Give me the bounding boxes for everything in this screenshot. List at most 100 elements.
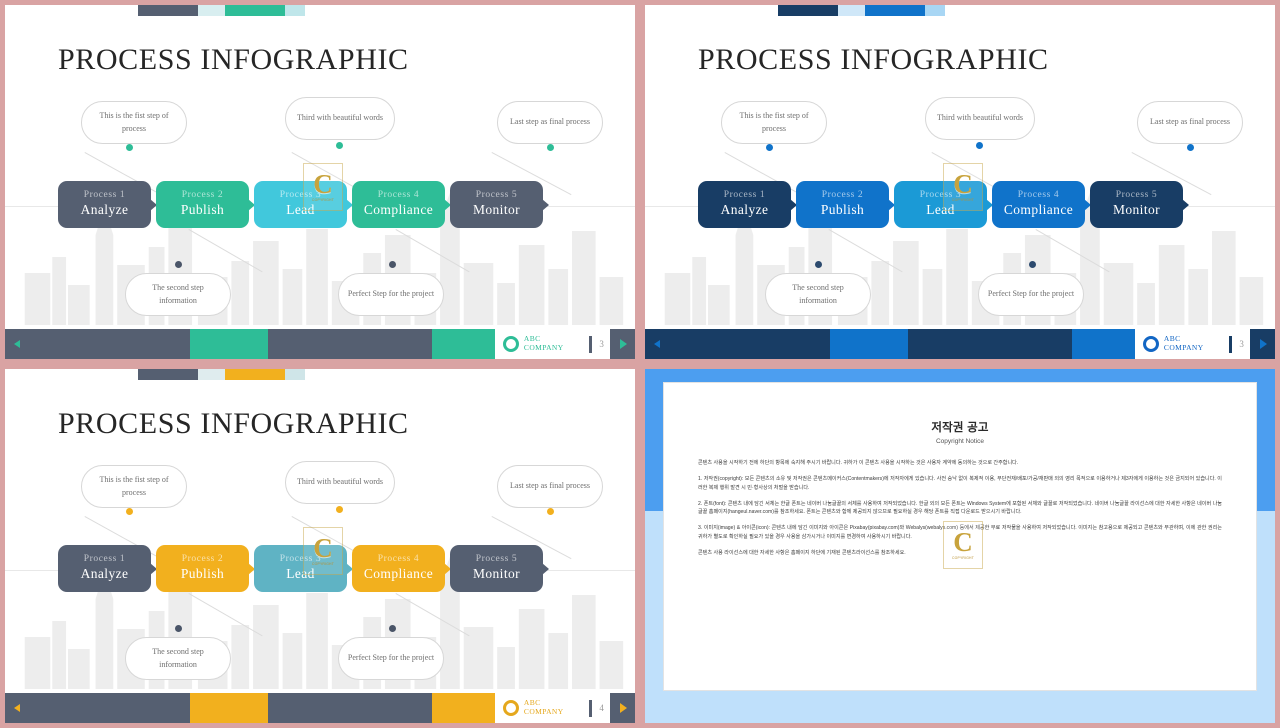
process-step-2[interactable]: Process 2 Publish bbox=[156, 181, 249, 228]
callout-text: Last step as final process bbox=[1150, 117, 1230, 127]
slide-yellow: PROCESS INFOGRAPHIC This is the fist ste… bbox=[5, 369, 635, 723]
process-step-name: Lead bbox=[286, 566, 315, 582]
process-step-label: Process 2 bbox=[181, 553, 224, 564]
callout-above-3: Last step as final process bbox=[497, 101, 603, 144]
process-step-5[interactable]: Process 5 Monitor bbox=[450, 181, 543, 228]
connector-dot-above bbox=[976, 142, 983, 149]
process-step-name: Monitor bbox=[1112, 202, 1161, 218]
callout-above-2: Third with beautiful words bbox=[285, 97, 395, 140]
process-step-4[interactable]: Process 4 Compliance bbox=[352, 545, 445, 592]
prev-slide-button[interactable] bbox=[5, 329, 27, 359]
connector-dot-below bbox=[175, 625, 182, 632]
page-indicator: 3 bbox=[586, 329, 610, 359]
process-chevron-row: Process 1 Analyze Process 2 Publish Proc… bbox=[58, 545, 543, 592]
slide-cell-blue[interactable]: PROCESS INFOGRAPHIC This is the fist ste… bbox=[640, 0, 1280, 364]
leader-line bbox=[828, 229, 903, 273]
callout-below-1: The second step information bbox=[125, 273, 231, 316]
prev-slide-button[interactable] bbox=[645, 329, 667, 359]
slide-footer: ABC COMPANY 3 bbox=[5, 329, 635, 359]
callout-text: This is the fist step of process bbox=[99, 111, 169, 133]
next-slide-button[interactable] bbox=[1249, 329, 1275, 359]
top-bar-2 bbox=[838, 5, 865, 16]
page-divider bbox=[588, 699, 593, 717]
top-bar-3 bbox=[865, 5, 925, 16]
process-step-name: Analyze bbox=[720, 202, 769, 218]
document-subtitle: Copyright Notice bbox=[935, 438, 985, 445]
callout-above-3: Last step as final process bbox=[497, 465, 603, 508]
process-step-label: Process 4 bbox=[1017, 189, 1060, 200]
process-step-3[interactable]: Process 3 Lead bbox=[254, 545, 347, 592]
process-step-label: Process 1 bbox=[83, 553, 126, 564]
top-bar-4 bbox=[285, 369, 305, 380]
process-step-5[interactable]: Process 5 Monitor bbox=[1090, 181, 1183, 228]
ring-logo-icon bbox=[502, 336, 519, 352]
process-step-name: Analyze bbox=[80, 202, 129, 218]
slide-cell-green[interactable]: PROCESS INFOGRAPHIC This is the fist ste… bbox=[0, 0, 640, 364]
callout-above-3: Last step as final process bbox=[1137, 101, 1243, 144]
page-title: PROCESS INFOGRAPHIC bbox=[58, 43, 409, 76]
process-step-1[interactable]: Process 1 Analyze bbox=[698, 181, 791, 228]
connector-dot-below bbox=[389, 625, 396, 632]
process-step-2[interactable]: Process 2 Publish bbox=[796, 181, 889, 228]
chevron-right-icon bbox=[619, 703, 627, 713]
process-step-name: Compliance bbox=[1003, 202, 1074, 218]
next-slide-button[interactable] bbox=[609, 693, 635, 723]
prev-slide-button[interactable] bbox=[5, 693, 27, 723]
doc-paragraph-image-icon: 3. 이미지(image) & 아이콘(icon): 콘텐츠 내에 담긴 이미지… bbox=[698, 525, 1222, 540]
page-indicator: 3 bbox=[1226, 329, 1250, 359]
process-step-name: Publish bbox=[820, 202, 865, 218]
leader-line bbox=[395, 229, 470, 273]
callout-above-2: Third with beautiful words bbox=[285, 461, 395, 504]
callout-text: Perfect Step for the project bbox=[347, 289, 435, 299]
footer-segment-3 bbox=[908, 329, 1072, 359]
logo-line-2: COMPANY bbox=[1163, 343, 1204, 352]
chevron-left-icon bbox=[14, 340, 20, 348]
next-slide-button[interactable] bbox=[609, 329, 635, 359]
process-step-label: Process 5 bbox=[475, 553, 518, 564]
callout-below-2: Perfect Step for the project bbox=[338, 273, 444, 316]
connector-dot-above bbox=[766, 144, 773, 151]
process-step-5[interactable]: Process 5 Monitor bbox=[450, 545, 543, 592]
company-logo: ABC COMPANY bbox=[494, 329, 587, 359]
top-color-bars bbox=[778, 5, 945, 16]
top-bar-2 bbox=[198, 369, 225, 380]
process-step-3[interactable]: Process 3 Lead bbox=[894, 181, 987, 228]
chevron-left-icon bbox=[14, 704, 20, 712]
connector-dot-below bbox=[389, 261, 396, 268]
page-number: 4 bbox=[599, 703, 604, 713]
footer-segment-4 bbox=[431, 693, 495, 723]
process-step-name: Monitor bbox=[472, 566, 521, 582]
slide-cell-yellow[interactable]: PROCESS INFOGRAPHIC This is the fist ste… bbox=[0, 364, 640, 728]
callout-below-1: The second step information bbox=[125, 637, 231, 680]
process-step-1[interactable]: Process 1 Analyze bbox=[58, 545, 151, 592]
process-step-4[interactable]: Process 4 Compliance bbox=[352, 181, 445, 228]
callout-text: The second step information bbox=[792, 283, 844, 305]
process-step-label: Process 2 bbox=[181, 189, 224, 200]
process-step-name: Compliance bbox=[363, 566, 434, 582]
connector-dot-below bbox=[1029, 261, 1036, 268]
footer-segment-1 bbox=[26, 693, 191, 723]
process-step-name: Lead bbox=[286, 202, 315, 218]
top-bar-1 bbox=[138, 5, 198, 16]
callout-text: Last step as final process bbox=[510, 481, 590, 491]
slide-green: PROCESS INFOGRAPHIC This is the fist ste… bbox=[5, 5, 635, 359]
company-name: ABC COMPANY bbox=[1163, 334, 1204, 353]
process-step-label: Process 4 bbox=[377, 553, 420, 564]
ring-logo-icon bbox=[1142, 336, 1159, 352]
slide-footer: ABC COMPANY 4 bbox=[5, 693, 635, 723]
process-chevron-row: Process 1 Analyze Process 2 Publish Proc… bbox=[698, 181, 1183, 228]
process-step-1[interactable]: Process 1 Analyze bbox=[58, 181, 151, 228]
process-step-2[interactable]: Process 2 Publish bbox=[156, 545, 249, 592]
logo-line-2: COMPANY bbox=[523, 707, 564, 716]
process-step-3[interactable]: Process 3 Lead bbox=[254, 181, 347, 228]
slide-cell-copyright[interactable]: 저작권 공고 Copyright Notice 콘텐츠 사용을 시작하기 전에 … bbox=[640, 364, 1280, 728]
footer-segment-3 bbox=[268, 693, 432, 723]
process-step-name: Monitor bbox=[472, 202, 521, 218]
slide-footer: ABC COMPANY 3 bbox=[645, 329, 1275, 359]
callout-below-2: Perfect Step for the project bbox=[978, 273, 1084, 316]
process-chevron-row: Process 1 Analyze Process 2 Publish Proc… bbox=[58, 181, 543, 228]
footer-segment-1 bbox=[666, 329, 831, 359]
process-step-4[interactable]: Process 4 Compliance bbox=[992, 181, 1085, 228]
footer-segment-2 bbox=[190, 693, 269, 723]
leader-line bbox=[188, 593, 263, 637]
